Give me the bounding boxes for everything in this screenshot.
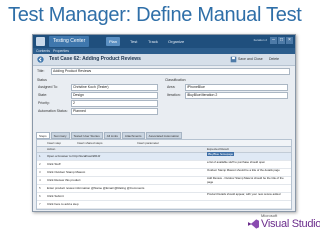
steps-grid: Action Expected Result 1 Open a browser …	[36, 146, 292, 210]
step-number: 4	[39, 178, 41, 182]
save-icon	[230, 56, 237, 63]
maximize-icon[interactable]: □	[278, 37, 285, 44]
step-expected[interactable]: Outdoor Stamp Mascot should be a title o…	[207, 169, 289, 173]
visual-studio-wordmark: Visual Studio	[261, 218, 320, 230]
table-row[interactable]: 4 Click Review this product Add Review -…	[37, 177, 291, 185]
menu-plan[interactable]: Plan	[106, 37, 121, 46]
step-action[interactable]: Click Stuff	[47, 161, 60, 168]
step-expected[interactable]: Product Details should appear, with your…	[207, 193, 289, 197]
detail-tabs: Steps Summary Tested User Stories All Li…	[36, 132, 183, 139]
close-icon[interactable]: ×	[286, 37, 293, 44]
automation-status-field[interactable]: Planned	[71, 108, 158, 115]
back-icon[interactable]	[37, 56, 44, 63]
assigned-to-label: Assigned To:	[38, 85, 58, 89]
area-field[interactable]: iPhoneBlue	[185, 84, 288, 91]
add-step-link[interactable]: Click here to add a step	[47, 201, 79, 208]
title-bar: Testing Center Plan Test Track Organize …	[33, 35, 295, 48]
step-expected[interactable]: a list of available stuff to purchase sh…	[207, 161, 289, 165]
iteration-field[interactable]: iBuyBlue\Iteration 2	[185, 92, 288, 99]
step-number: 3	[39, 170, 41, 174]
step-action[interactable]: Click Submit	[47, 193, 64, 200]
window-controls: – □ ×	[270, 37, 293, 44]
center-switcher[interactable]: Testing Center	[49, 36, 90, 47]
step-action[interactable]: Click Review this product	[47, 177, 81, 184]
step-number: 6	[39, 194, 41, 198]
area-label: Area:	[167, 85, 176, 89]
test-case-title: Test Case 62: Adding Product Reviews	[49, 56, 141, 62]
step-expected[interactable]: Add Review - Outdoor Stamp Mascot should…	[207, 177, 289, 184]
test-manager-window: Testing Center Plan Test Track Organize …	[32, 34, 296, 212]
visual-studio-icon	[248, 219, 259, 229]
step-action[interactable]: Click Outdoor Stamp Mascot	[47, 169, 85, 176]
expected-result-column-header[interactable]: Expected Result	[207, 147, 229, 152]
tab-all-links[interactable]: All Links	[103, 132, 121, 139]
menu-test[interactable]: Test	[130, 37, 137, 46]
state-label: State:	[38, 93, 48, 97]
step-action[interactable]: Open a browser to http://localhost/2010/	[47, 153, 100, 160]
step-expected[interactable]: iBuyBlue homepage	[207, 152, 289, 157]
tab-tested-user-stories[interactable]: Tested User Stories	[70, 132, 103, 139]
save-and-close-button[interactable]: Save and Close	[238, 55, 263, 64]
slide-title: Test Manager: Define Manual Test	[8, 4, 302, 26]
state-field[interactable]: Design	[71, 92, 158, 99]
iteration-label: Iteration 2	[253, 38, 267, 42]
action-column-header[interactable]: Action	[47, 147, 55, 152]
assigned-to-field[interactable]: Christine Koch (Tester)	[71, 84, 158, 91]
expected-highlighted-text: iBuyBlue homepage	[207, 152, 235, 157]
tab-steps[interactable]: Steps	[36, 132, 50, 139]
app-icon	[36, 37, 45, 46]
table-row[interactable]: 7 Click here to add a step	[37, 201, 291, 209]
priority-field[interactable]: 2	[71, 100, 158, 107]
title-field[interactable]: Adding Product Reviews	[51, 68, 290, 75]
delete-button[interactable]: Delete	[269, 55, 279, 64]
menu-track[interactable]: Track	[148, 37, 158, 46]
classification-section-label: Classification	[165, 78, 186, 82]
minimize-icon[interactable]: –	[270, 37, 277, 44]
status-section-label: Status	[37, 78, 47, 82]
tab-summary[interactable]: Summary	[50, 132, 70, 139]
priority-label: Priority:	[38, 101, 50, 105]
tab-attachments[interactable]: Attachments	[121, 132, 145, 139]
step-number: 2	[39, 162, 41, 166]
step-number: 5	[39, 186, 41, 190]
step-action[interactable]: Enter product review information @Name @…	[47, 185, 144, 192]
work-item-toolbar: Test Case 62: Adding Product Reviews Sav…	[33, 54, 295, 66]
title-label: Title:	[37, 69, 45, 73]
iteration-label: Iteration:	[167, 93, 181, 97]
menu-organize[interactable]: Organize	[168, 37, 184, 46]
table-row[interactable]: 6 Click Submit Product Details should ap…	[37, 193, 291, 201]
step-number: 7	[39, 202, 41, 206]
tab-associated-automation[interactable]: Associated Automation	[145, 132, 183, 139]
step-number: 1	[39, 154, 41, 158]
automation-status-label: Automation Status:	[38, 109, 68, 113]
